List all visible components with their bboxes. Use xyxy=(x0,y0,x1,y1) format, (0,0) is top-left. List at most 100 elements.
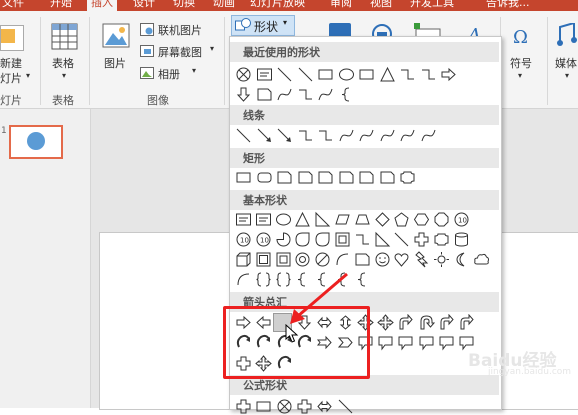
tab-view[interactable]: 视图 xyxy=(370,0,392,11)
screenshot-chevron-icon[interactable]: ▾ xyxy=(210,44,214,53)
shape-option-bent[interactable] xyxy=(438,314,455,331)
shape-option-line[interactable] xyxy=(297,66,314,83)
shape-option-elbow[interactable] xyxy=(399,66,416,83)
tab-file[interactable]: 文件 xyxy=(2,0,24,11)
shape-option-elbow[interactable] xyxy=(317,127,334,144)
shape-option-diamond[interactable] xyxy=(374,211,391,228)
shape-option-callout[interactable] xyxy=(418,334,435,351)
shape-option-snip[interactable] xyxy=(379,169,396,186)
shape-option-rect[interactable] xyxy=(358,66,375,83)
album-button[interactable]: 相册 xyxy=(158,66,180,82)
tab-review[interactable]: 审阅 xyxy=(330,0,352,11)
shape-option-line[interactable] xyxy=(276,66,293,83)
shape-option-snip[interactable] xyxy=(256,86,273,103)
shape-option-rtri[interactable] xyxy=(374,231,391,248)
shape-option-textbox[interactable] xyxy=(235,211,252,228)
shape-option-arc[interactable] xyxy=(334,251,351,268)
shape-option-curve[interactable] xyxy=(399,127,416,144)
shape-option-snip[interactable] xyxy=(317,169,334,186)
shape-option-ell[interactable] xyxy=(275,211,292,228)
shape-option-line[interactable] xyxy=(235,127,252,144)
shape-option-bevel[interactable] xyxy=(255,251,272,268)
shape-option-rrect[interactable] xyxy=(256,169,273,186)
table-icon[interactable] xyxy=(51,23,78,50)
shape-option-circlex[interactable] xyxy=(276,398,293,415)
shapes-button-label[interactable]: 形状 xyxy=(254,18,278,35)
shape-option-donut[interactable] xyxy=(294,251,311,268)
shape-option-arrowline[interactable] xyxy=(256,127,273,144)
shape-option-smile[interactable] xyxy=(374,251,391,268)
new-slide-icon[interactable] xyxy=(0,25,24,51)
tab-transitions[interactable]: 切换 xyxy=(173,0,195,11)
new-slide-label-2[interactable]: 灯片 xyxy=(0,70,22,86)
new-slide-chevron-icon[interactable]: ▾ xyxy=(26,71,30,80)
shape-option-rarrow[interactable] xyxy=(440,66,457,83)
shape-option-snip[interactable] xyxy=(297,169,314,186)
shape-option-curve[interactable] xyxy=(379,127,396,144)
online-picture-icon[interactable] xyxy=(140,23,154,36)
shape-option-circnum[interactable]: 10 xyxy=(453,211,470,228)
shape-option-trap[interactable] xyxy=(354,211,371,228)
screenshot-icon[interactable] xyxy=(140,45,154,57)
shape-option-callout[interactable] xyxy=(438,334,455,351)
tab-home[interactable]: 开始 xyxy=(50,0,72,11)
shape-option-hexa[interactable] xyxy=(413,211,430,228)
shape-option-can[interactable] xyxy=(453,231,470,248)
symbol-chevron-icon[interactable]: ▾ xyxy=(518,71,522,80)
media-icon[interactable] xyxy=(556,21,578,47)
shape-option-curve[interactable] xyxy=(420,127,437,144)
shape-option-cross[interactable] xyxy=(235,398,252,415)
shape-option-heart[interactable] xyxy=(393,251,410,268)
shape-option-nosym[interactable] xyxy=(314,251,331,268)
shape-option-rect[interactable] xyxy=(235,169,252,186)
screenshot-button[interactable]: 屏幕截图 xyxy=(158,44,202,60)
shape-option-ell[interactable] xyxy=(338,66,355,83)
media-chevron-icon[interactable]: ▾ xyxy=(565,71,569,80)
shape-option-octa[interactable] xyxy=(433,211,450,228)
album-icon[interactable] xyxy=(140,67,154,79)
tab-insert[interactable]: 插入 xyxy=(87,0,117,11)
shape-option-bent[interactable] xyxy=(397,314,414,331)
shape-option-cube[interactable] xyxy=(235,251,252,268)
shape-option-curve[interactable] xyxy=(358,127,375,144)
shape-option-bracket[interactable] xyxy=(255,271,272,288)
tab-animations[interactable]: 动画 xyxy=(213,0,235,11)
shape-option-darrow[interactable] xyxy=(235,86,252,103)
shape-option-rect[interactable] xyxy=(255,398,272,415)
shape-option-cloud[interactable] xyxy=(473,251,490,268)
shape-option-callout[interactable] xyxy=(377,334,394,351)
shape-option-lrarrow[interactable] xyxy=(316,398,333,415)
shape-option-snip[interactable] xyxy=(276,169,293,186)
shape-option-frame[interactable] xyxy=(334,231,351,248)
shape-option-uturn[interactable] xyxy=(418,314,435,331)
shape-option-arc[interactable] xyxy=(235,271,252,288)
table-chevron-icon[interactable]: ▾ xyxy=(62,71,66,80)
shape-option-line[interactable] xyxy=(393,231,410,248)
shape-option-snip[interactable] xyxy=(358,169,375,186)
shape-option-textbox[interactable] xyxy=(256,66,273,83)
shape-option-tri[interactable] xyxy=(379,66,396,83)
shape-option-rtri[interactable] xyxy=(314,211,331,228)
shape-option-curve[interactable] xyxy=(317,86,334,103)
shape-option-rect[interactable] xyxy=(317,66,334,83)
shape-option-bent[interactable] xyxy=(458,314,475,331)
shape-option-arrowline[interactable] xyxy=(276,127,293,144)
shape-option-quad[interactable] xyxy=(377,314,394,331)
shape-option-textbox[interactable] xyxy=(255,211,272,228)
tab-design[interactable]: 设计 xyxy=(133,0,155,11)
shape-option-tri[interactable] xyxy=(294,211,311,228)
symbol-icon[interactable]: Ω xyxy=(511,25,533,48)
shape-option-lightning[interactable] xyxy=(413,251,430,268)
shape-option-curve[interactable] xyxy=(338,127,355,144)
shape-option-cross[interactable] xyxy=(296,398,313,415)
shape-option-frame[interactable] xyxy=(275,251,292,268)
shape-option-snip[interactable] xyxy=(354,251,371,268)
shape-option-sun[interactable] xyxy=(433,251,450,268)
shape-option-plaque[interactable] xyxy=(433,231,450,248)
shape-option-para[interactable] xyxy=(334,211,351,228)
media-button[interactable]: 媒体 xyxy=(555,55,577,71)
new-slide-label-1[interactable]: 新建 xyxy=(0,55,22,71)
shape-option-elbow[interactable] xyxy=(297,86,314,103)
picture-icon[interactable] xyxy=(102,23,130,48)
shape-option-elbow[interactable] xyxy=(354,231,371,248)
